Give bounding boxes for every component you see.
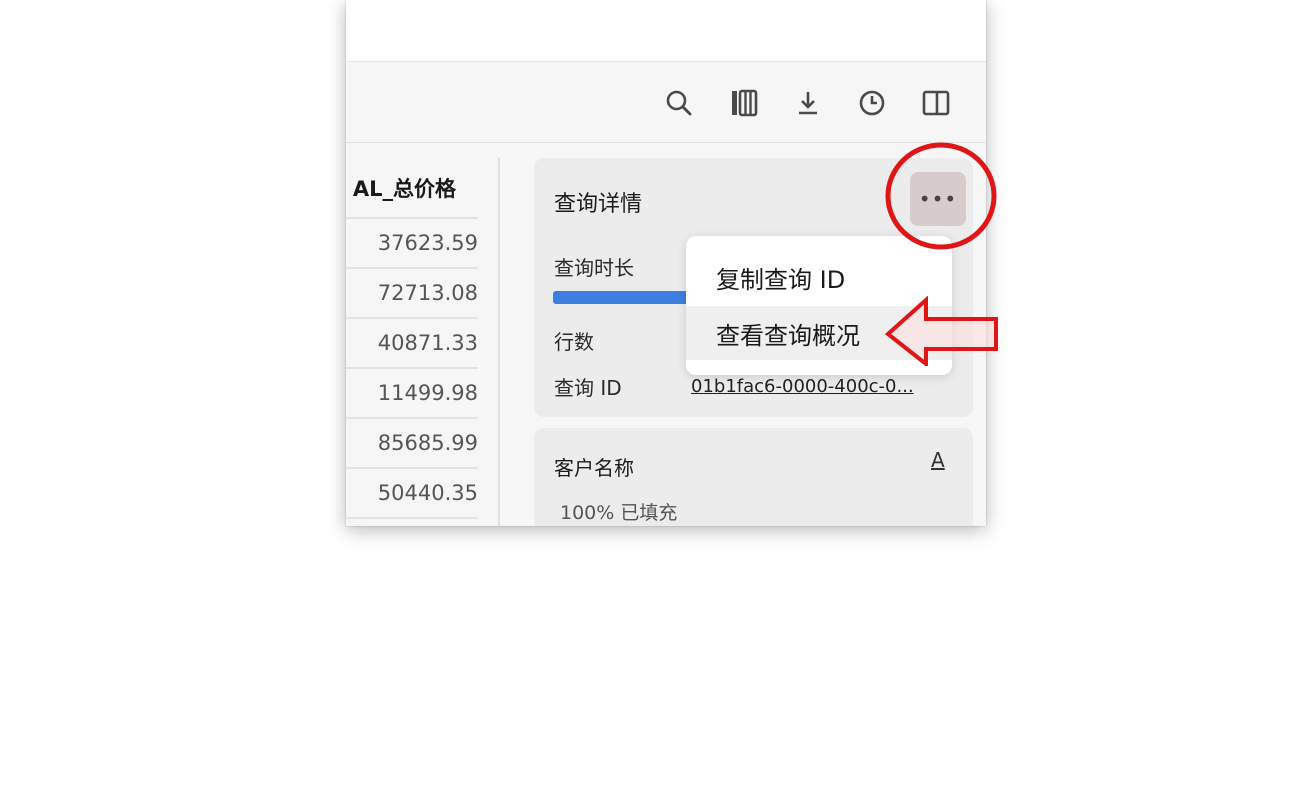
copy-query-id-menu-item[interactable]: 复制查询 ID xyxy=(686,250,952,304)
column-header[interactable]: AL_总价格 xyxy=(346,158,478,219)
table-cell[interactable]: 85685.99 xyxy=(346,419,478,469)
query-duration-label: 查询时长 xyxy=(554,256,634,280)
more-options-menu: 复制查询 ID 查看查询概况 xyxy=(686,236,952,375)
table-cell[interactable]: 72713.08 xyxy=(346,269,478,319)
search-icon[interactable] xyxy=(661,85,697,121)
table-cell[interactable]: 40871.33 xyxy=(346,319,478,369)
rows-label: 行数 xyxy=(554,330,594,354)
query-duration-bar xyxy=(553,291,703,304)
table-cell[interactable]: 50440.35 xyxy=(346,469,478,519)
table-cell[interactable]: 37623.59 xyxy=(346,219,478,269)
more-options-button[interactable]: ••• xyxy=(910,172,966,226)
panel-icon[interactable] xyxy=(918,85,954,121)
query-id-link[interactable]: 01b1fac6-0000-400c-0... xyxy=(691,376,953,397)
column-name: 客户名称 xyxy=(554,456,634,480)
text-type-icon: A xyxy=(931,448,945,472)
download-icon[interactable] xyxy=(790,85,826,121)
query-details-title: 查询详情 xyxy=(554,192,643,217)
results-table-column: AL_总价格 37623.59 72713.08 40871.33 11499.… xyxy=(346,158,478,526)
toolbar xyxy=(346,63,986,143)
app-window: AL_总价格 37623.59 72713.08 40871.33 11499.… xyxy=(346,0,986,526)
top-bar xyxy=(346,0,986,62)
table-cell[interactable]: 11499.98 xyxy=(346,369,478,419)
fill-rate: 100% 已填充 xyxy=(560,502,678,524)
history-icon[interactable] xyxy=(854,85,890,121)
panel-divider[interactable] xyxy=(498,158,500,526)
column-profile-card: 客户名称 A 100% 已填充 xyxy=(534,428,973,526)
columns-icon[interactable] xyxy=(726,85,762,121)
view-query-profile-menu-item[interactable]: 查看查询概况 xyxy=(686,306,952,360)
query-id-label: 查询 ID xyxy=(554,376,622,400)
